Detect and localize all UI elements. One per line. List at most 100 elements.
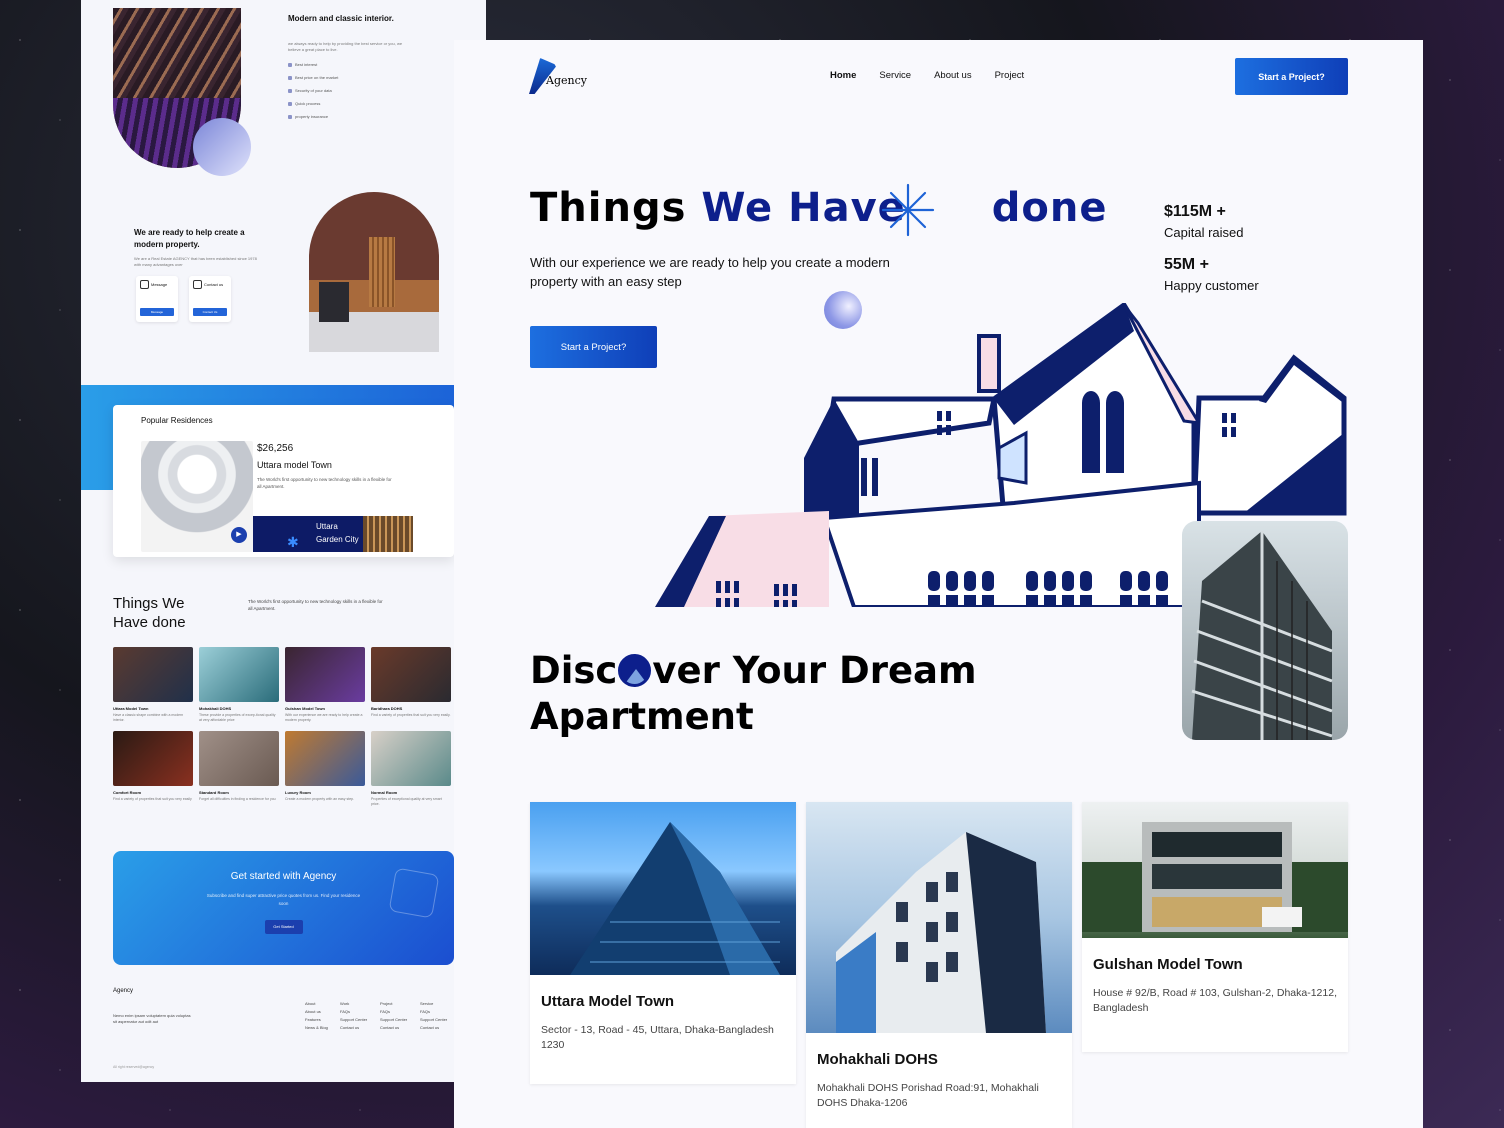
stat-value: $115M + bbox=[1164, 203, 1226, 220]
message-card-title: Message bbox=[151, 282, 168, 287]
residence-desc: The World's first opportunity to new tec… bbox=[257, 477, 392, 489]
sparkle-star-icon bbox=[881, 183, 935, 237]
feature-item: property insurance bbox=[288, 114, 328, 119]
popular-title: Popular Residences bbox=[141, 416, 213, 425]
stat-capital: $115M + Capital raised bbox=[1164, 203, 1244, 240]
project-desc: Have a classic shape combine with a mode… bbox=[113, 713, 184, 722]
check-icon bbox=[288, 88, 292, 93]
footer-link[interactable]: Contact us bbox=[420, 1024, 447, 1032]
project-photo bbox=[285, 731, 365, 786]
footer-col-head: Service bbox=[420, 1001, 434, 1006]
project-desc: Properties of exceptional quality at ver… bbox=[371, 797, 442, 806]
star-icon: ✱ bbox=[287, 534, 299, 550]
footer-link[interactable]: FAQs bbox=[420, 1008, 447, 1016]
left-preview-page: Modern and classic interior. we always r… bbox=[81, 0, 486, 1082]
property-address: House # 92/B, Road # 103, Gulshan-2, Dha… bbox=[1093, 987, 1337, 1014]
feature-item: Security of your data bbox=[288, 88, 332, 93]
project-card[interactable]: Gulshan Model Town With our experience we… bbox=[285, 647, 365, 723]
footer-link[interactable]: News & Blog bbox=[305, 1024, 328, 1032]
nav-project[interactable]: Project bbox=[995, 70, 1025, 81]
feature-item: Quick process bbox=[288, 101, 320, 106]
things-title: Things We Have done bbox=[113, 595, 186, 631]
property-card-mohakhali[interactable]: Mohakhali DOHS Mohakhali DOHS Porishad R… bbox=[806, 802, 1072, 1128]
garden-city-label: Uttara Garden City bbox=[316, 522, 359, 544]
project-name: Comfort Room bbox=[113, 790, 141, 795]
footer-link[interactable]: About us bbox=[305, 1008, 328, 1016]
check-icon bbox=[288, 75, 292, 80]
footer-link[interactable]: Features bbox=[305, 1016, 328, 1024]
project-card[interactable]: Luxury Room Create a modern property with… bbox=[285, 731, 365, 807]
decor-circle bbox=[193, 118, 251, 176]
stat-customers: 55M + Happy customer bbox=[1164, 256, 1259, 293]
footer-col-project: Project FAQs Support Center Contact us bbox=[380, 1000, 407, 1032]
building-drawing bbox=[1191, 531, 1333, 740]
building-photo bbox=[1182, 521, 1348, 740]
decor-square bbox=[388, 867, 440, 919]
feature-item: Best interest bbox=[288, 62, 317, 67]
footer-link[interactable]: FAQs bbox=[340, 1008, 367, 1016]
things-subtitle: The World's first opportunity to new tec… bbox=[248, 599, 383, 611]
discover-text: ver Your Dream bbox=[652, 649, 977, 692]
property-name: Mohakhali DOHS bbox=[817, 1051, 938, 1068]
main-page: Agency Home Service About us Project Sta… bbox=[454, 40, 1423, 1128]
project-grid: Uttara Model Town Have a classic shape co… bbox=[113, 647, 454, 807]
logo-text: Agency bbox=[546, 74, 587, 87]
footer-col-head: Project bbox=[380, 1001, 393, 1006]
check-icon bbox=[288, 62, 292, 67]
footer-col-work: Work FAQs Support Center Contact us bbox=[340, 1000, 367, 1032]
footer-link[interactable]: Contact us bbox=[340, 1024, 367, 1032]
project-photo bbox=[199, 647, 279, 702]
get-started-button[interactable]: Get Started bbox=[264, 920, 303, 934]
nav-home[interactable]: Home bbox=[830, 70, 856, 81]
footer-link[interactable]: Support Center bbox=[380, 1016, 407, 1024]
project-name: Normal Room bbox=[371, 790, 398, 795]
residence-name: Uttara model Town bbox=[257, 460, 332, 470]
project-card[interactable]: Normal Room Properties of exceptional qua… bbox=[371, 731, 451, 807]
house-arch-photo bbox=[309, 192, 439, 352]
check-icon bbox=[288, 101, 292, 106]
hero-title-part: Things bbox=[530, 185, 702, 231]
footer-logo[interactable]: Agency bbox=[113, 988, 133, 994]
property-card-gulshan[interactable]: Gulshan Model Town House # 92/B, Road # … bbox=[1082, 802, 1348, 1052]
footer-link[interactable]: Support Center bbox=[420, 1016, 447, 1024]
property-name: Gulshan Model Town bbox=[1093, 956, 1243, 973]
nav-service[interactable]: Service bbox=[879, 70, 911, 81]
project-photo bbox=[199, 731, 279, 786]
contact-button[interactable]: Contact Us bbox=[193, 308, 227, 316]
footer-col-about: About About us Features News & Blog bbox=[305, 1000, 328, 1032]
hero-title-part: done bbox=[991, 185, 1108, 231]
play-icon[interactable]: ▶ bbox=[231, 527, 247, 543]
start-project-nav-button[interactable]: Start a Project? bbox=[1235, 58, 1348, 95]
message-button[interactable]: Message bbox=[140, 308, 174, 316]
project-card[interactable]: Mohakhali DOHS These provide a properties… bbox=[199, 647, 279, 723]
property-card-uttara[interactable]: Uttara Model Town Sector - 13, Road - 45… bbox=[530, 802, 796, 1084]
project-name: Uttara Model Town bbox=[113, 706, 149, 711]
project-card[interactable]: Comfort Room Find a variety of properties… bbox=[113, 731, 193, 807]
message-icon bbox=[140, 280, 149, 289]
hero-title: Things We Have done bbox=[530, 185, 1107, 231]
project-desc: These provide a properties of excep-tion… bbox=[199, 713, 276, 722]
property-address: Mohakhali DOHS Porishad Road:91, Mohakha… bbox=[817, 1082, 1039, 1109]
garden-city-banner[interactable]: ✱ Uttara Garden City bbox=[253, 516, 413, 552]
project-photo bbox=[113, 647, 193, 702]
project-desc: Forget all difficulties in finding a res… bbox=[199, 797, 276, 801]
hero-title-part: We bbox=[701, 185, 774, 231]
agency-logo[interactable]: Agency bbox=[529, 58, 589, 96]
footer-link[interactable]: Contact us bbox=[380, 1024, 407, 1032]
project-photo bbox=[371, 647, 451, 702]
mountain-o-icon bbox=[618, 654, 652, 687]
stat-label: Capital raised bbox=[1164, 225, 1244, 240]
project-card[interactable]: Baridhara DOHS Find a variety of properti… bbox=[371, 647, 451, 723]
project-desc: Create a modern property with an easy st… bbox=[285, 797, 355, 801]
project-name: Gulshan Model Town bbox=[285, 706, 325, 711]
stat-value: 55M + bbox=[1164, 256, 1209, 273]
project-name: Mohakhali DOHS bbox=[199, 706, 232, 711]
nav-about-us[interactable]: About us bbox=[934, 70, 972, 81]
footer-link[interactable]: Support Center bbox=[340, 1016, 367, 1024]
footer-link[interactable]: FAQs bbox=[380, 1008, 407, 1016]
popular-residences-card: Popular Residences ▶ $26,256 Uttara mode… bbox=[113, 405, 454, 557]
project-card[interactable]: Standard Room Forget all difficulties in … bbox=[199, 731, 279, 807]
start-project-hero-button[interactable]: Start a Project? bbox=[530, 326, 657, 368]
project-card[interactable]: Uttara Model Town Have a classic shape co… bbox=[113, 647, 193, 723]
footer-text: Nemo enim ipsam voluptatem quia voluptas… bbox=[113, 1013, 191, 1024]
